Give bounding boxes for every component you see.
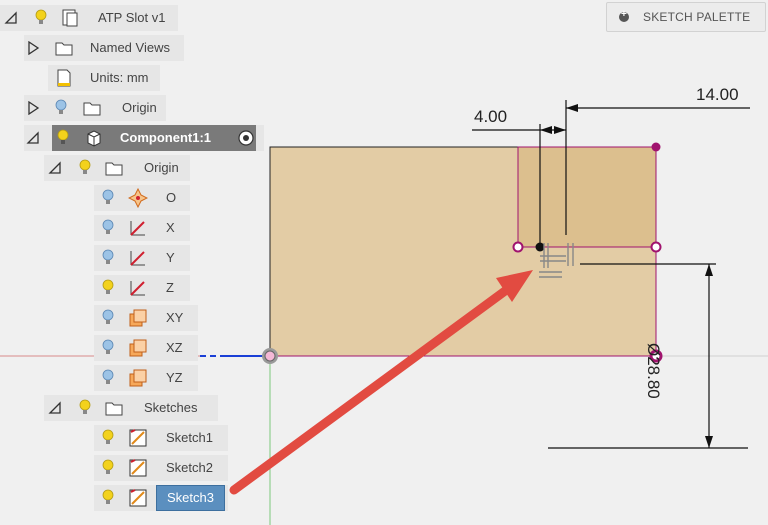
origin-item-label[interactable]: XZ (166, 335, 183, 361)
slot-profile[interactable] (517, 146, 657, 248)
sketches-label[interactable]: Sketches (144, 395, 197, 421)
bulb-icon[interactable] (101, 279, 115, 297)
bulb-icon[interactable] (101, 219, 115, 237)
dim-4-arrow-right (554, 126, 566, 134)
dim-28-arrow-bottom (705, 436, 713, 448)
bulb-icon[interactable] (78, 399, 92, 417)
axis-icon (130, 281, 145, 296)
folder-icon (105, 162, 123, 176)
axis-icon (130, 221, 145, 236)
bulb-icon[interactable] (56, 129, 70, 147)
collapse-triangle-icon[interactable] (48, 401, 62, 415)
sketch-palette-label: SKETCH PALETTE (643, 10, 751, 24)
collapse-triangle-icon[interactable] (26, 131, 40, 145)
plane-icon (129, 369, 147, 387)
component-label[interactable]: Component1:1 (120, 125, 211, 151)
origin-item-label[interactable]: YZ (166, 365, 183, 391)
origin-item-label[interactable]: Y (166, 245, 175, 271)
point-top-right[interactable] (651, 142, 661, 152)
units-document-icon (57, 69, 71, 87)
folder-icon (55, 42, 73, 56)
bulb-icon[interactable] (101, 369, 115, 387)
folder-icon (105, 402, 123, 416)
bulb-icon[interactable] (34, 9, 48, 27)
plane-icon (129, 309, 147, 327)
collapse-triangle-icon[interactable] (4, 11, 18, 25)
cube-icon (87, 130, 101, 147)
bulb-icon[interactable] (101, 189, 115, 207)
origin-point-inner[interactable] (264, 350, 276, 362)
sketch-item-label[interactable]: Sketch1 (166, 425, 213, 451)
bulb-icon[interactable] (101, 309, 115, 327)
named-views-label[interactable]: Named Views (90, 35, 170, 61)
origin-item-label[interactable]: X (166, 215, 175, 241)
sketch-icon (129, 459, 147, 477)
bulb-icon[interactable] (101, 339, 115, 357)
sketch-icon (129, 489, 147, 507)
radio-icon[interactable] (236, 128, 256, 148)
units-label[interactable]: Units: mm (90, 65, 149, 91)
collapse-triangle-icon[interactable] (48, 161, 62, 175)
point-slot-left[interactable] (512, 241, 524, 253)
origin-point-icon (128, 188, 148, 208)
root-label[interactable]: ATP Slot v1 (98, 5, 165, 31)
dim-4-arrow-left (540, 126, 552, 134)
dim-14-arrow (566, 104, 578, 112)
origin-item-label[interactable]: Z (166, 275, 174, 301)
bulb-icon[interactable] (101, 489, 115, 507)
expand-plus-icon (619, 9, 629, 22)
dim-4-value[interactable]: 4.00 (474, 107, 507, 127)
bulb-icon[interactable] (101, 429, 115, 447)
document-icon (62, 9, 78, 27)
folder-icon (83, 102, 101, 116)
bulb-icon[interactable] (78, 159, 92, 177)
plane-icon (129, 339, 147, 357)
point-slot-right[interactable] (650, 241, 662, 253)
sketch-item-label-selected[interactable]: Sketch3 (156, 485, 225, 511)
sketch-palette-button[interactable]: SKETCH PALETTE (606, 2, 766, 32)
expand-triangle-icon[interactable] (26, 101, 40, 115)
bulb-icon[interactable] (101, 249, 115, 267)
axis-icon (130, 251, 145, 266)
origin-top-label[interactable]: Origin (122, 95, 157, 121)
bulb-icon[interactable] (54, 99, 68, 117)
bulb-icon[interactable] (101, 459, 115, 477)
sketch-item-label[interactable]: Sketch2 (166, 455, 213, 481)
expand-triangle-icon[interactable] (26, 41, 40, 55)
dim-14-value[interactable]: 14.00 (696, 85, 739, 105)
origin-item-label[interactable]: XY (166, 305, 183, 331)
sketch-icon (129, 429, 147, 447)
origin-item-label[interactable]: O (166, 185, 176, 211)
dim-28-arrow-top (705, 264, 713, 276)
origin-comp-label[interactable]: Origin (144, 155, 179, 181)
dim-28-value[interactable]: Ø28.80 (643, 343, 663, 399)
